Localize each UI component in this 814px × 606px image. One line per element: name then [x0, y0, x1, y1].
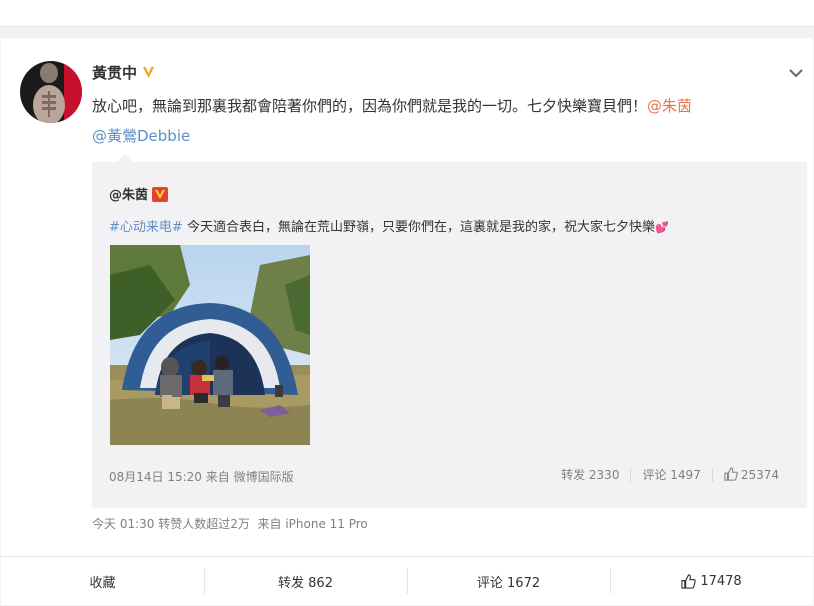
favorite-label: 收藏 [89, 576, 116, 591]
comment-label: 评论 1672 [476, 576, 541, 591]
repost-repost-count[interactable]: 转发 2330 [561, 466, 619, 483]
tent-photo[interactable] [110, 245, 310, 445]
post-time[interactable]: 今天 01:30 [92, 517, 154, 531]
hashtag-link[interactable]: #心动来电# [109, 220, 183, 235]
comment-button[interactable]: 评论 1672 [407, 557, 610, 606]
repost-like-button[interactable]: 25374 [724, 467, 779, 482]
repost-time[interactable]: 08月14日 15:20 [109, 470, 202, 484]
repost-comment-count[interactable]: 评论 1497 [642, 466, 700, 483]
weibo-post-card: 黃贯中 放心吧，無論到那裏我都會陪著你們的，因為你們就是我的一切。七夕快樂寶貝們… [1, 38, 813, 605]
thumbs-up-icon [724, 467, 738, 481]
repost-box: @朱茵 #心动来电# 今天適合表白，無論在荒山野嶺，只要你們在，這裏就是我的家，… [92, 154, 807, 508]
mention-zhuyin-link[interactable]: @朱茵 [647, 97, 692, 115]
repost-author[interactable]: @朱茵 [109, 184, 169, 203]
repost-body: 今天適合表白，無論在荒山野嶺，只要你們在，這裏就是我的家，祝大家七夕快樂 [186, 220, 655, 235]
verified-badge-icon [142, 66, 155, 79]
repost-text: #心动来电# 今天適合表白，無論在荒山野嶺，只要你們在，這裏就是我的家，祝大家七… [109, 216, 799, 235]
action-bar: 收藏 转发 862 评论 1672 17478 [1, 556, 813, 606]
post-source[interactable]: 来自 iPhone 11 Pro [258, 517, 368, 531]
two-hearts-icon: 💕 [654, 221, 669, 234]
post-text: 放心吧，無論到那裏我都會陪著你們的，因為你們就是我的一切。七夕快樂寶貝們！@朱茵… [92, 91, 792, 151]
top-band [0, 0, 814, 27]
repost-label: 转发 862 [278, 576, 333, 591]
repost-like-count: 25374 [740, 468, 779, 482]
divider [711, 467, 713, 482]
chevron-down-icon[interactable] [787, 64, 805, 82]
mention-debbie-link[interactable]: @黃鶯Debbie [92, 127, 190, 145]
author-name[interactable]: 黃贯中 [92, 62, 156, 83]
repost-source[interactable]: 来自 微博国际版 [206, 470, 294, 484]
verified-v-badge-icon [152, 187, 169, 202]
thumbs-up-icon [681, 574, 697, 589]
post-meta: 今天 01:30 转赞人数超过2万 来自 iPhone 11 Pro [92, 515, 368, 532]
avatar[interactable] [20, 61, 82, 123]
repost-author-name[interactable]: @朱茵 [109, 188, 148, 203]
author-name-text[interactable]: 黃贯中 [92, 64, 137, 82]
favorite-button[interactable]: 收藏 [1, 557, 204, 606]
post-text-main: 放心吧，無論到那裏我都會陪著你們的，因為你們就是我的一切。七夕快樂寶貝們！ [92, 97, 648, 115]
repost-arrow [117, 154, 133, 162]
post-note: 转赞人数超过2万 [158, 517, 250, 531]
like-count: 17478 [700, 574, 742, 589]
repost-actions: 转发 2330 评论 1497 25374 [561, 466, 779, 483]
like-button[interactable]: 17478 [610, 557, 813, 606]
repost-button[interactable]: 转发 862 [204, 557, 407, 606]
divider [630, 467, 632, 482]
repost-meta: 08月14日 15:20 来自 微博国际版 [109, 468, 294, 485]
